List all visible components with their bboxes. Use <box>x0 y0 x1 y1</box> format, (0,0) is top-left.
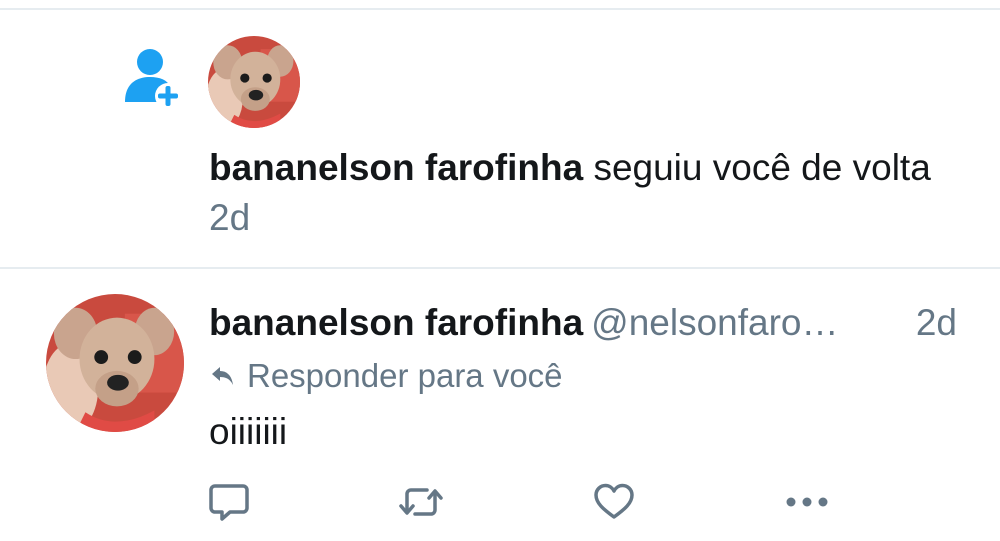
notification-action-text: seguiu você de volta <box>593 147 931 188</box>
reply-button[interactable] <box>204 480 254 524</box>
notification-time: 2d <box>209 197 251 238</box>
section-divider <box>0 267 1000 269</box>
dog-avatar-image <box>208 36 300 128</box>
tweet-user-handle[interactable]: @nelsonfaro… <box>591 302 838 343</box>
tweet-avatar[interactable] <box>46 294 184 432</box>
retweet-button[interactable] <box>396 480 446 524</box>
like-button[interactable] <box>589 480 639 524</box>
replying-to-text: Responder para você <box>247 357 563 394</box>
notification-text: bananelson farofinha seguiu você de volt… <box>209 143 949 243</box>
notification-user-name[interactable]: bananelson farofinha <box>209 147 583 188</box>
comment-icon <box>209 484 249 521</box>
more-icon <box>786 497 828 507</box>
follow-user-icon <box>125 49 181 109</box>
dog-avatar-image <box>46 294 184 432</box>
more-button[interactable] <box>782 480 832 524</box>
tweet-user-name[interactable]: bananelson farofinha <box>209 302 583 343</box>
reply-arrow-icon <box>212 367 233 385</box>
notification-avatar[interactable] <box>208 36 300 128</box>
heart-icon <box>594 483 634 519</box>
retweet-icon <box>399 488 443 516</box>
tweet-header: bananelson farofinha @nelsonfaro… 2d <box>209 296 969 350</box>
top-divider <box>0 8 1000 10</box>
replying-to-line: Responder para você <box>209 354 563 398</box>
tweet-body: oiiiiiii <box>209 411 288 452</box>
tweet-timestamp[interactable]: 2d <box>916 296 957 350</box>
